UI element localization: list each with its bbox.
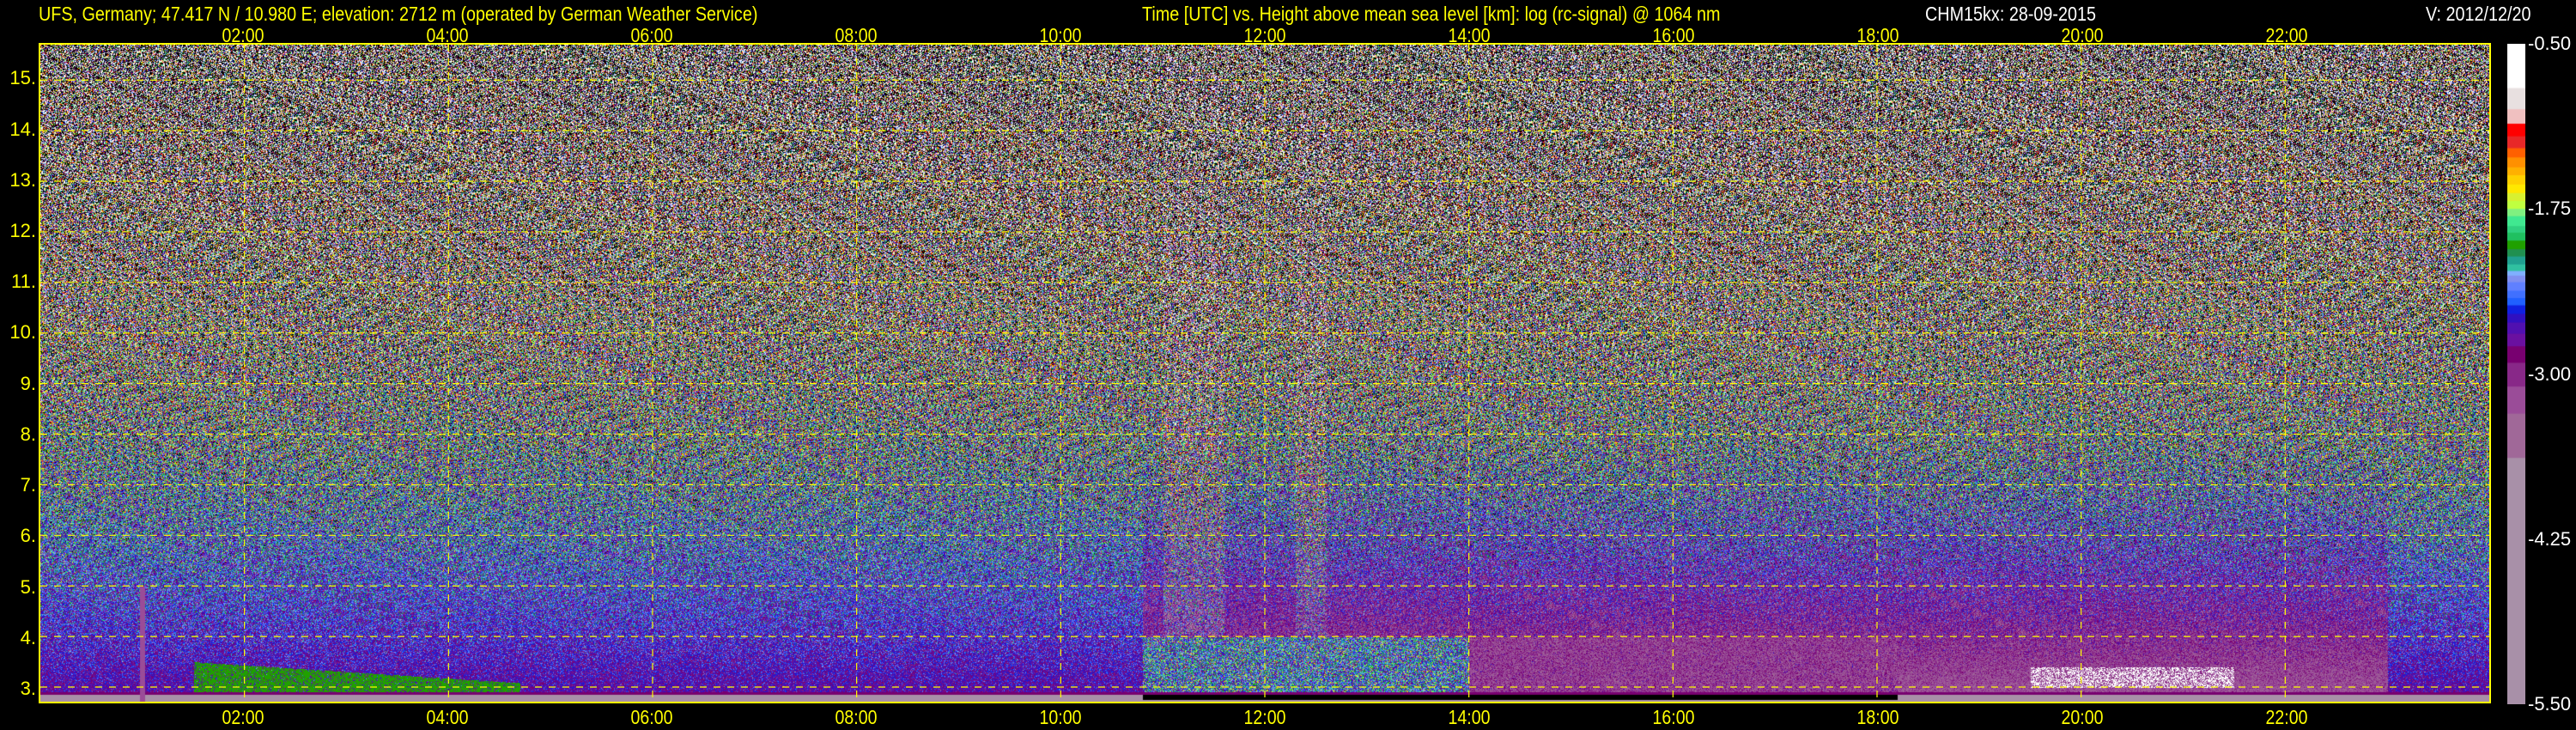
instrument-date: CHM15kx: 28-09-2015 — [1925, 3, 2097, 25]
colorbar-label: -1.75 — [2528, 198, 2572, 220]
y-tick-label: 9. — [20, 372, 36, 394]
x-tick-label: 22:00 — [2265, 706, 2308, 728]
version-label: V: 2012/12/20 — [2426, 3, 2531, 25]
colorbar-label: -0.50 — [2528, 33, 2572, 54]
y-tick-label: 11. — [11, 271, 36, 293]
y-tick-label: 8. — [20, 423, 36, 445]
colorbar-label: -4.25 — [2528, 527, 2572, 550]
y-tick-label: 15. — [9, 67, 36, 89]
colorbar-label: -5.50 — [2528, 693, 2572, 715]
grid-lines — [40, 45, 2489, 702]
x-tick-label: 10:00 — [1039, 706, 1082, 728]
backscatter-heatmap — [39, 43, 2491, 703]
y-tick-label: 14. — [9, 118, 36, 140]
y-tick-label: 6. — [20, 525, 36, 547]
y-tick-label: 12. — [9, 220, 36, 242]
x-tick-label: 20:00 — [2061, 706, 2104, 728]
station-title: UFS, Germany; 47.417 N / 10.980 E; eleva… — [39, 3, 758, 25]
y-tick-label: 4. — [20, 626, 36, 648]
x-tick-label: 04:00 — [426, 706, 469, 728]
x-tick-label: 02:00 — [222, 706, 264, 728]
axes-title: Time [UTC] vs. Height above mean sea lev… — [1142, 3, 1721, 25]
x-tick-label: 06:00 — [630, 706, 673, 728]
x-tick-label: 14:00 — [1448, 706, 1491, 728]
y-tick-label: 5. — [20, 575, 36, 598]
x-tick-label: 12:00 — [1243, 706, 1286, 728]
y-tick-label: 3. — [20, 677, 36, 699]
x-tick-label: 08:00 — [835, 706, 878, 728]
colorbar-label: -3.00 — [2528, 362, 2572, 385]
y-tick-label: 10. — [9, 321, 36, 344]
x-tick-label: 18:00 — [1856, 706, 1899, 728]
colorbar — [2507, 44, 2525, 704]
y-tick-label: 13. — [9, 168, 36, 191]
y-tick-label: 7. — [20, 474, 36, 496]
x-tick-label: 16:00 — [1652, 706, 1695, 728]
